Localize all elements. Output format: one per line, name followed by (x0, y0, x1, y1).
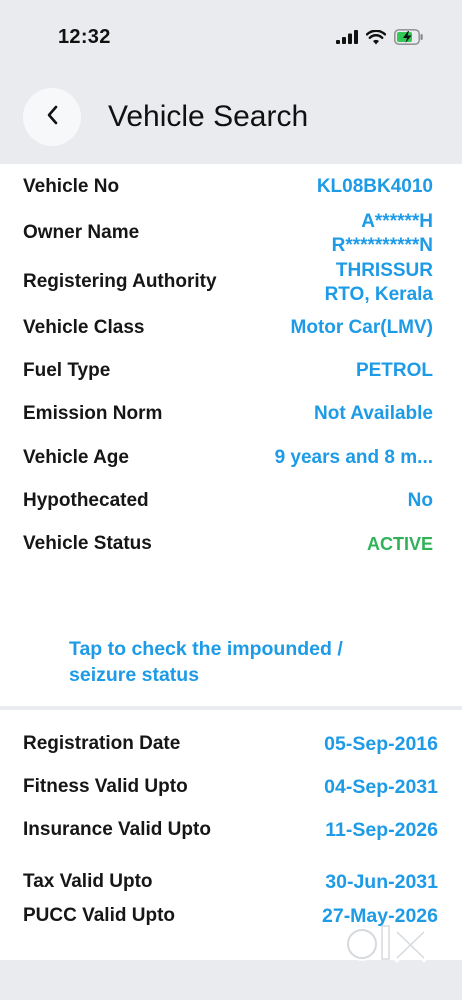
cellular-signal-icon (336, 30, 358, 44)
detail-label: Emission Norm (23, 403, 163, 424)
header: Vehicle Search (0, 84, 462, 160)
back-button[interactable] (23, 88, 81, 146)
page-title: Vehicle Search (108, 100, 309, 133)
status-bar: 12:32 (0, 0, 462, 72)
wifi-icon (366, 29, 386, 45)
detail-value: Not Available (314, 403, 433, 424)
detail-row-emission-norm: Emission Norm Not Available (0, 401, 462, 427)
detail-label: Fuel Type (23, 360, 111, 381)
detail-value: No (407, 490, 433, 511)
detail-row-vehicle-no: Vehicle No KL08BK4010 (0, 174, 462, 200)
impound-status-link[interactable]: Tap to check the impounded / seizure sta… (69, 636, 429, 688)
validity-value: 30-Jun-2031 (325, 871, 438, 893)
detail-label: Registering Authority (23, 271, 217, 292)
validity-row-insurance: Insurance Valid Upto 11-Sep-2026 (0, 816, 462, 844)
validity-row-registration-date: Registration Date 05-Sep-2016 (0, 730, 462, 758)
status-icons (336, 29, 424, 45)
chevron-left-icon (45, 104, 59, 131)
detail-label: Vehicle Age (23, 447, 129, 468)
validity-label: Fitness Valid Upto (23, 776, 188, 797)
detail-value: Motor Car(LMV) (290, 317, 433, 338)
validity-row-tax: Tax Valid Upto 30-Jun-2031 (0, 868, 462, 896)
impound-link-line: seizure status (69, 664, 200, 686)
detail-value-line: THRISSUR (335, 260, 433, 281)
detail-label: Vehicle Class (23, 317, 145, 338)
detail-value: 9 years and 8 m... (274, 447, 433, 468)
detail-value: A******H R**********N (332, 210, 433, 258)
screen: 12:32 Vehicle Search Vehicle No KL08BK40… (0, 0, 462, 1000)
validity-label: PUCC Valid Upto (23, 905, 176, 926)
status-badge: ACTIVE (366, 534, 433, 554)
detail-value: THRISSUR RTO, Kerala (325, 259, 433, 307)
validity-label: Tax Valid Upto (23, 871, 153, 892)
detail-row-vehicle-class: Vehicle Class Motor Car(LMV) (0, 315, 462, 341)
detail-value: KL08BK4010 (316, 176, 433, 197)
detail-row-registering-authority: Registering Authority THRISSUR RTO, Kera… (0, 257, 462, 307)
detail-label: Owner Name (23, 222, 140, 243)
detail-value-line: R**********N (331, 235, 433, 256)
detail-value-line: A******H (361, 211, 433, 232)
olx-logo-watermark (342, 918, 434, 980)
detail-row-fuel-type: Fuel Type PETROL (0, 358, 462, 384)
detail-label: Vehicle No (23, 176, 120, 197)
detail-value-line: RTO, Kerala (324, 284, 433, 305)
detail-row-vehicle-status: Vehicle Status ACTIVE (0, 531, 462, 557)
validity-value: 05-Sep-2016 (324, 733, 438, 755)
validity-label: Registration Date (23, 733, 181, 754)
detail-value: PETROL (355, 360, 433, 381)
battery-charging-icon (394, 29, 424, 45)
validity-label: Insurance Valid Upto (23, 819, 211, 840)
detail-label: Hypothecated (23, 490, 149, 511)
vehicle-details-card: Vehicle No KL08BK4010 Owner Name A******… (0, 164, 462, 706)
validity-value: 04-Sep-2031 (324, 776, 438, 798)
status-time: 12:32 (58, 26, 111, 48)
validity-value: 11-Sep-2026 (325, 819, 438, 841)
detail-row-vehicle-age: Vehicle Age 9 years and 8 m... (0, 445, 462, 471)
detail-row-owner-name: Owner Name A******H R**********N (0, 208, 462, 258)
detail-row-hypothecated: Hypothecated No (0, 488, 462, 514)
impound-link-line: Tap to check the impounded / (69, 638, 343, 660)
validity-row-fitness: Fitness Valid Upto 04-Sep-2031 (0, 773, 462, 801)
detail-label: Vehicle Status (23, 533, 152, 554)
